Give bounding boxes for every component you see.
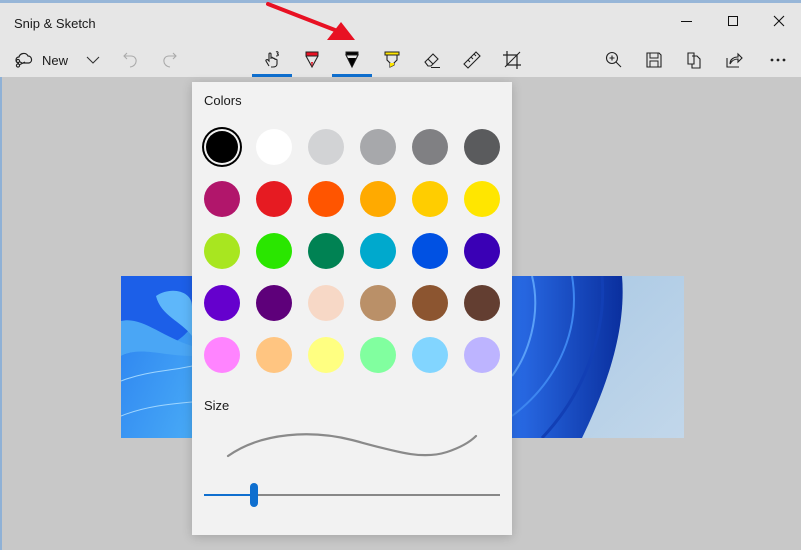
zoom-in-icon (605, 51, 622, 68)
color-swatch[interactable] (412, 233, 448, 269)
color-swatch[interactable] (464, 285, 500, 321)
chevron-down-icon (86, 56, 100, 64)
color-swatch[interactable] (308, 285, 344, 321)
pencil-icon (345, 51, 359, 69)
ruler-icon (463, 51, 481, 69)
new-snip-button[interactable]: New (14, 45, 68, 75)
color-swatch[interactable] (308, 129, 344, 165)
highlighter-button[interactable] (372, 45, 412, 75)
snip-sketch-window: Snip & Sketch New Colors Size (0, 0, 801, 550)
color-swatch[interactable] (360, 129, 396, 165)
pen-settings-flyout: Colors Size (192, 82, 512, 535)
color-swatch[interactable] (308, 233, 344, 269)
size-label: Size (204, 398, 230, 413)
color-swatch[interactable] (204, 233, 240, 269)
snip-icon (15, 52, 33, 68)
annotation-arrow (266, 2, 355, 40)
pencil-button[interactable] (332, 45, 372, 77)
ruler-button[interactable] (452, 45, 492, 75)
undo-icon (123, 52, 137, 68)
active-indicator (332, 74, 372, 77)
color-swatch[interactable] (256, 233, 292, 269)
screenshot-image-right (512, 276, 684, 438)
color-swatch[interactable] (204, 337, 240, 373)
ballpoint-pen-button[interactable] (292, 45, 332, 75)
color-swatch[interactable] (204, 181, 240, 217)
app-title: Snip & Sketch (14, 16, 96, 31)
maximize-button[interactable] (710, 6, 756, 36)
share-button[interactable] (720, 45, 748, 75)
stroke-preview (226, 433, 478, 458)
color-swatch[interactable] (464, 337, 500, 373)
color-swatch[interactable] (412, 285, 448, 321)
touch-writing-icon (265, 51, 279, 68)
color-swatch[interactable] (360, 337, 396, 373)
close-icon (773, 15, 785, 27)
highlighter-icon (384, 51, 400, 68)
zoom-button[interactable] (600, 45, 628, 75)
color-swatch[interactable] (360, 285, 396, 321)
color-swatch[interactable] (412, 181, 448, 217)
crop-button[interactable] (492, 45, 532, 75)
color-swatch[interactable] (412, 129, 448, 165)
ballpoint-pen-icon (305, 51, 319, 69)
color-swatch[interactable] (464, 129, 500, 165)
redo-icon (163, 52, 177, 68)
color-swatch[interactable] (204, 285, 240, 321)
color-swatch[interactable] (360, 181, 396, 217)
eraser-icon (424, 53, 440, 68)
new-label: New (42, 52, 69, 68)
color-swatch[interactable] (464, 181, 500, 217)
redo-button[interactable] (159, 45, 181, 75)
new-options-button[interactable] (84, 45, 102, 75)
more-button[interactable] (764, 45, 792, 75)
color-swatch[interactable] (464, 233, 500, 269)
crop-icon (503, 51, 521, 69)
slider-fill (204, 494, 255, 496)
active-indicator (252, 74, 292, 77)
window-border (0, 0, 2, 550)
save-button[interactable] (640, 45, 668, 75)
maximize-icon (728, 16, 738, 26)
color-swatch[interactable] (412, 337, 448, 373)
color-swatch[interactable] (256, 129, 292, 165)
copy-button[interactable] (680, 45, 708, 75)
copy-icon (687, 52, 701, 69)
color-swatch[interactable] (256, 337, 292, 373)
color-swatch[interactable] (360, 233, 396, 269)
share-icon (726, 52, 743, 68)
undo-button[interactable] (119, 45, 141, 75)
color-swatch[interactable] (308, 337, 344, 373)
close-button[interactable] (756, 6, 801, 36)
title-and-toolbar: Snip & Sketch New (0, 0, 801, 77)
color-swatch[interactable] (256, 181, 292, 217)
eraser-button[interactable] (412, 45, 452, 75)
minimize-button[interactable] (664, 6, 710, 36)
screenshot-image-left (121, 276, 192, 438)
color-swatch[interactable] (206, 131, 238, 163)
colors-label: Colors (204, 93, 242, 108)
more-icon (770, 58, 786, 62)
color-swatch[interactable] (256, 285, 292, 321)
color-swatch[interactable] (308, 181, 344, 217)
save-icon (646, 52, 662, 68)
slider-thumb[interactable] (250, 483, 259, 507)
minimize-icon (681, 21, 692, 22)
touch-writing-button[interactable] (252, 45, 292, 77)
